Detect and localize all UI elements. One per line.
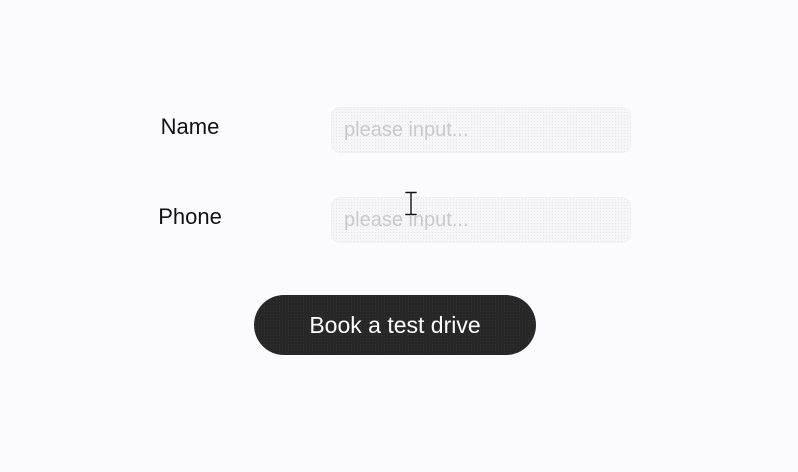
name-label: Name [160,114,220,139]
phone-row: Phone [0,197,798,243]
phone-input[interactable] [331,197,631,243]
name-input[interactable] [331,107,631,153]
phone-label: Phone [158,204,222,229]
book-test-drive-button[interactable]: Book a test drive [254,295,536,355]
test-drive-form: Name Phone Book a test drive [0,0,798,472]
name-row: Name [0,107,798,153]
